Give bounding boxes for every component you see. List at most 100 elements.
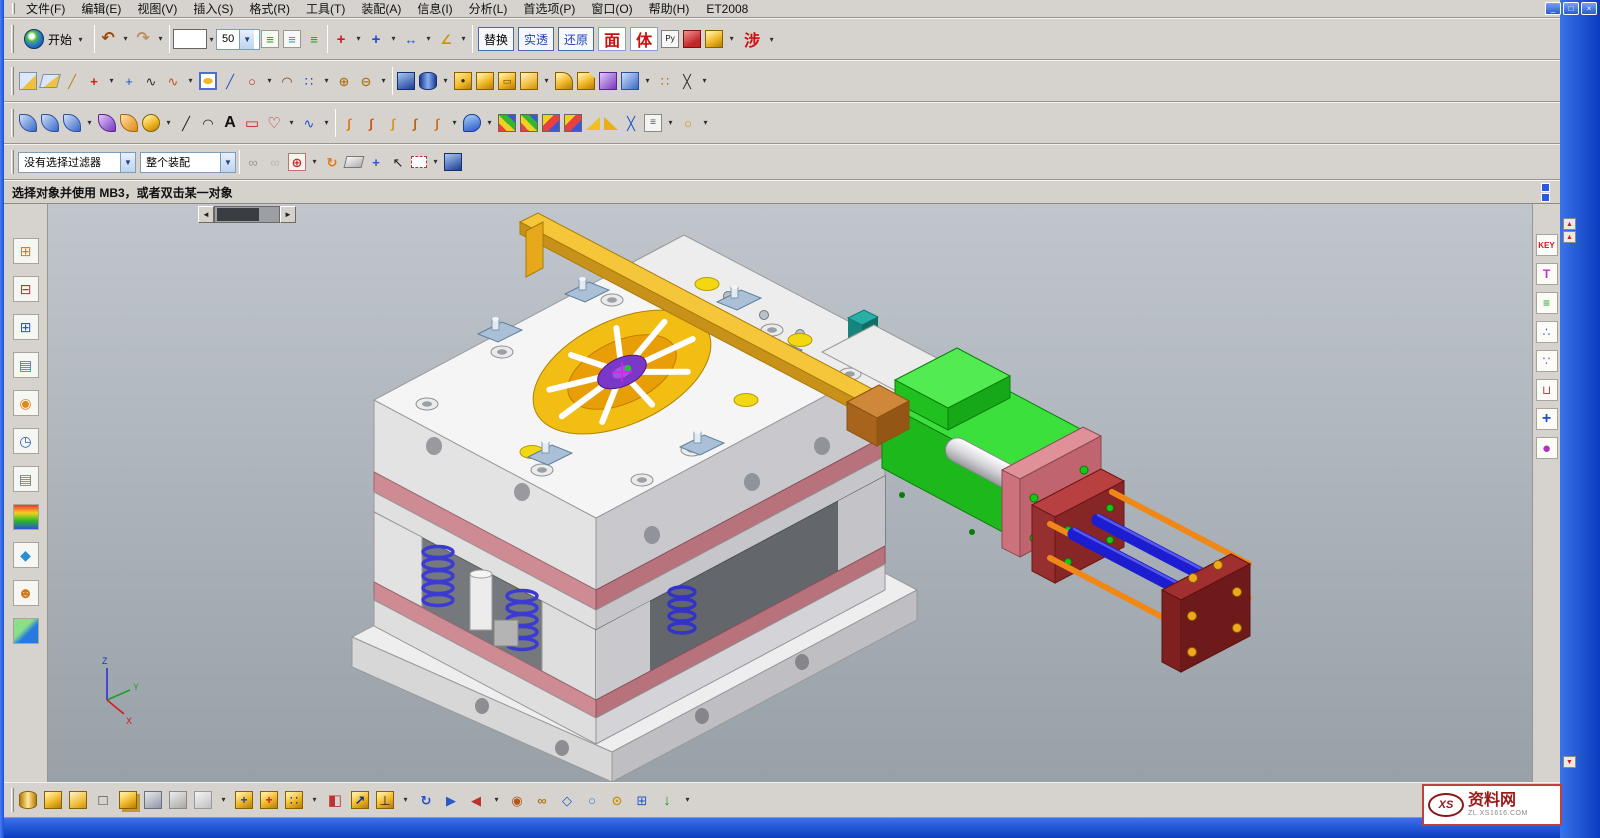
pocket-icon[interactable]: ▭ <box>498 72 516 90</box>
dropdown-caret[interactable]: ▾ <box>265 72 274 90</box>
product-interface-icon[interactable]: ⊞ <box>633 791 651 809</box>
interrupt-icon[interactable]: ╳ <box>678 72 696 90</box>
find-component-icon[interactable] <box>19 791 37 809</box>
menu-file[interactable]: 文件(F) <box>19 0 72 18</box>
dropdown-caret[interactable]: ▾ <box>666 114 675 132</box>
redo-icon[interactable]: ↷ <box>134 30 152 48</box>
combo-arrow-icon[interactable]: ▼ <box>220 153 235 172</box>
dropdown-caret[interactable]: ▾ <box>354 30 363 48</box>
copy-feature-icon[interactable]: ≡ <box>644 114 662 132</box>
explode-assembly-icon[interactable]: ↓ <box>658 791 676 809</box>
wave-button[interactable]: 涉 <box>739 27 765 51</box>
dropdown-caret[interactable]: ▾ <box>727 30 736 48</box>
instance-icon[interactable]: ∷ <box>656 72 674 90</box>
menu-window[interactable]: 窗口(O) <box>584 0 639 18</box>
dropdown-caret[interactable]: ▾ <box>164 114 173 132</box>
datum-csys-icon[interactable]: + <box>85 72 103 90</box>
shaded-view-icon[interactable] <box>444 153 462 171</box>
menu-analysis[interactable]: 分析(L) <box>462 0 515 18</box>
chevron-down-icon[interactable]: ▾ <box>767 35 776 44</box>
open-component-icon[interactable] <box>69 791 87 809</box>
dropdown-caret[interactable]: ▾ <box>322 72 331 90</box>
menu-help[interactable]: 帮助(H) <box>642 0 697 18</box>
replace-button[interactable]: 替换 <box>478 27 514 51</box>
dropdown-caret[interactable]: ▾ <box>643 72 652 90</box>
move-cursor-icon[interactable]: + <box>367 153 385 171</box>
restore-button[interactable]: 还原 <box>558 27 594 51</box>
assembly-navigator-icon[interactable]: ⊞ <box>13 238 39 264</box>
dropdown-caret[interactable]: ▾ <box>389 30 398 48</box>
graphics-viewport[interactable]: Z Y X ◄ ► <box>48 204 1532 782</box>
part-navigator-icon[interactable]: ⊞ <box>13 314 39 340</box>
delete-face-icon[interactable]: ╳ <box>622 114 640 132</box>
dropdown-caret[interactable]: ▾ <box>379 72 388 90</box>
revolve-icon[interactable] <box>419 72 437 90</box>
through-mesh-icon[interactable] <box>63 114 81 132</box>
dropdown-caret[interactable]: ▾ <box>219 791 228 809</box>
snapshot-icon[interactable] <box>144 791 162 809</box>
translucent-button[interactable]: 实透 <box>518 27 554 51</box>
scrollbar-track[interactable] <box>214 206 280 223</box>
wave-sphere-icon[interactable]: ○ <box>583 791 601 809</box>
toolbar-grip[interactable] <box>11 788 14 812</box>
notebook-icon[interactable]: ▤ <box>13 466 39 492</box>
resource-scroll-up-icon[interactable]: ▲ <box>1563 218 1576 230</box>
draft-icon[interactable] <box>586 117 600 130</box>
circle-icon[interactable]: ○ <box>243 72 261 90</box>
pattern-component-icon[interactable]: ∷ <box>285 791 303 809</box>
trim-body-icon[interactable] <box>599 72 617 90</box>
dropdown-caret[interactable]: ▾ <box>542 72 551 90</box>
pad-icon[interactable] <box>520 72 538 90</box>
multiple-components-icon[interactable] <box>119 791 137 809</box>
interference-check-icon[interactable]: ◉ <box>508 791 526 809</box>
molecule-icon[interactable]: ∴ <box>1536 321 1558 343</box>
spline-icon[interactable]: ∿ <box>164 72 182 90</box>
minimize-button[interactable]: _ <box>1545 2 1561 15</box>
drafting-tsquare-icon[interactable]: T <box>1536 263 1558 285</box>
menubar-grip[interactable] <box>12 3 15 15</box>
dropdown-caret[interactable]: ▾ <box>700 72 709 90</box>
relink-icon[interactable]: ⊙ <box>608 791 626 809</box>
menu-tools[interactable]: 工具(T) <box>299 0 352 18</box>
project-curve-icon[interactable]: ∫ <box>384 114 402 132</box>
move-face-icon[interactable] <box>498 114 516 132</box>
datum-axis-icon[interactable]: ╱ <box>63 72 81 90</box>
offset-region-icon[interactable] <box>520 114 538 132</box>
sequence-icon[interactable]: ▶ <box>442 791 460 809</box>
rotate-view-icon[interactable]: ↻ <box>323 153 341 171</box>
selection-filter-combo[interactable]: 没有选择过滤器 ▼ <box>18 152 136 173</box>
marquee-select-icon[interactable] <box>411 156 427 168</box>
visible-layers-icon[interactable]: ≡ <box>261 30 279 48</box>
mirror-assembly-icon[interactable]: ◧ <box>326 791 344 809</box>
dropdown-caret[interactable]: ▾ <box>287 114 296 132</box>
dropdown-caret[interactable]: ▾ <box>186 72 195 90</box>
wave-ring-icon[interactable]: ○ <box>679 114 697 132</box>
move-component-icon[interactable]: ↗ <box>351 791 369 809</box>
studio-spline-icon[interactable]: ∿ <box>300 114 318 132</box>
chevron-down-icon[interactable]: ▾ <box>207 35 216 44</box>
snap-point-icon[interactable]: ⊕ <box>288 153 306 171</box>
sketch-icon[interactable] <box>19 72 37 90</box>
dropdown-caret[interactable]: ▾ <box>121 30 130 48</box>
work-layer-spinner[interactable]: 50 ▼ <box>216 29 260 50</box>
dropdown-caret[interactable]: ▾ <box>156 30 165 48</box>
layer-category-icon[interactable]: ≡ <box>305 30 323 48</box>
face-button[interactable]: 面 <box>598 27 626 51</box>
reuse-library-icon[interactable]: ▤ <box>13 352 39 378</box>
key-icon[interactable]: KEY <box>1536 234 1558 256</box>
rectangle-icon[interactable]: ▭ <box>243 114 261 132</box>
menu-preferences[interactable]: 首选项(P) <box>516 0 582 18</box>
bounded-plane-icon[interactable] <box>120 114 138 132</box>
show-dof-icon[interactable]: ↻ <box>417 791 435 809</box>
measure-angle-icon[interactable]: ∠ <box>437 30 455 48</box>
toolbar-grip[interactable] <box>11 150 14 174</box>
scroll-left-icon[interactable]: ◄ <box>198 206 214 223</box>
point-icon[interactable]: + <box>120 72 138 90</box>
resource-scroll-up2-icon[interactable]: ▲ <box>1563 231 1576 243</box>
close-button[interactable]: × <box>1581 2 1597 15</box>
interpart-chain2-icon[interactable]: ∞ <box>266 153 284 171</box>
menu-format[interactable]: 格式(R) <box>242 0 297 18</box>
menu-view[interactable]: 视图(V) <box>130 0 184 18</box>
wireframe-component-icon[interactable]: □ <box>94 791 112 809</box>
red-cube-icon[interactable] <box>683 30 701 48</box>
